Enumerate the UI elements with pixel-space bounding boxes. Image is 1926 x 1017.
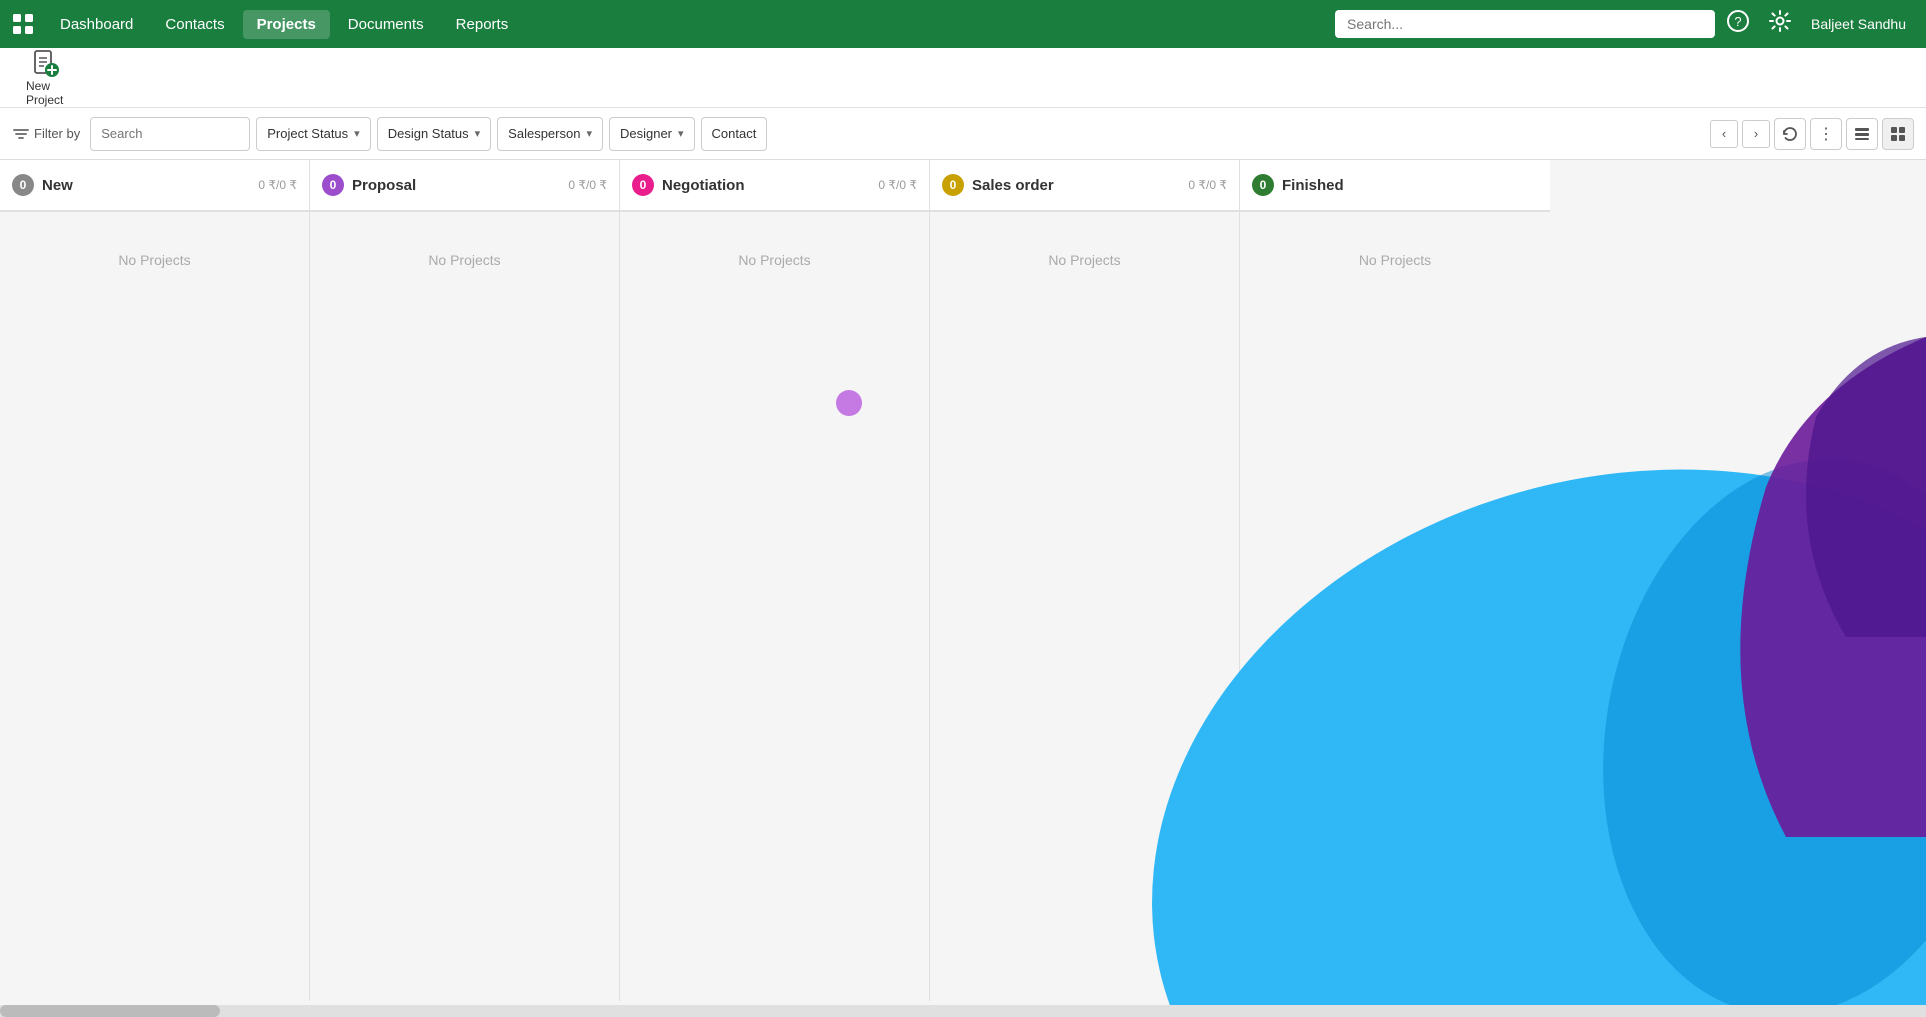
col-body-negotiation: No Projects [620,212,929,1001]
filter-icon [12,125,30,143]
col-stats-sales-order: 0 ₹/0 ₹ [1188,178,1227,192]
col-stats-new: 0 ₹/0 ₹ [258,178,297,192]
search-input[interactable] [1335,10,1715,38]
no-projects-sales-order: No Projects [1048,252,1120,268]
kanban-col-proposal: 0 Proposal 0 ₹/0 ₹ No Projects [310,160,620,1001]
kanban-view-button[interactable] [1882,118,1914,150]
col-header-proposal: 0 Proposal 0 ₹/0 ₹ [310,160,619,212]
col-stats-proposal: 0 ₹/0 ₹ [568,178,607,192]
col-title-negotiation: Negotiation [662,177,870,194]
next-button[interactable]: › [1742,120,1770,148]
nav-projects[interactable]: Projects [243,10,330,39]
no-projects-negotiation: No Projects [738,252,810,268]
contact-label: Contact [712,126,757,141]
col-badge-sales-order: 0 [942,174,964,196]
kanban-board-wrapper: 0 New 0 ₹/0 ₹ No Projects 0 Proposal 0 ₹… [0,160,1926,1001]
more-options-button[interactable]: ⋮ [1810,118,1842,150]
col-title-proposal: Proposal [352,177,560,194]
col-body-new: No Projects [0,212,309,1001]
chevron-down-icon: ▾ [586,127,592,140]
new-project-label: NewProject [26,79,63,107]
no-projects-finished: No Projects [1359,252,1431,268]
design-status-dropdown[interactable]: Design Status ▾ [377,117,491,151]
kanban-col-sales-order: 0 Sales order 0 ₹/0 ₹ No Projects [930,160,1240,1001]
contact-dropdown[interactable]: Contact [701,117,768,151]
no-projects-new: No Projects [118,252,190,268]
col-header-negotiation: 0 Negotiation 0 ₹/0 ₹ [620,160,929,212]
kanban-board: 0 New 0 ₹/0 ₹ No Projects 0 Proposal 0 ₹… [0,160,1550,1001]
col-body-proposal: No Projects [310,212,619,1001]
new-project-button[interactable]: NewProject [16,45,73,111]
chevron-down-icon: ▾ [678,127,684,140]
project-status-label: Project Status [267,126,348,141]
project-status-dropdown[interactable]: Project Status ▾ [256,117,370,151]
design-status-label: Design Status [388,126,469,141]
col-badge-proposal: 0 [322,174,344,196]
col-stats-negotiation: 0 ₹/0 ₹ [878,178,917,192]
kanban-view-icon [1890,126,1906,142]
search-filter-input[interactable] [90,117,250,151]
col-body-finished: No Projects [1240,212,1550,1001]
nav-contacts[interactable]: Contacts [151,10,238,39]
col-title-new: New [42,177,250,194]
nav-reports[interactable]: Reports [442,10,523,39]
refresh-icon [1782,126,1798,142]
col-header-finished: 0 Finished [1240,160,1550,212]
col-badge-new: 0 [12,174,34,196]
prev-button[interactable]: ‹ [1710,120,1738,148]
filter-by-text: Filter by [34,126,80,141]
chevron-down-icon: ▾ [354,127,360,140]
list-view-button[interactable] [1846,118,1878,150]
filter-by-label: Filter by [12,125,80,143]
kanban-col-negotiation: 0 Negotiation 0 ₹/0 ₹ No Projects [620,160,930,1001]
scrollbar-thumb[interactable] [0,1005,220,1017]
col-body-sales-order: No Projects [930,212,1239,1001]
svg-text:?: ? [1734,14,1741,29]
new-project-icon [31,49,59,77]
user-name-label[interactable]: Baljeet Sandhu [1803,12,1914,36]
col-header-sales-order: 0 Sales order 0 ₹/0 ₹ [930,160,1239,212]
designer-dropdown[interactable]: Designer ▾ [609,117,695,151]
no-projects-proposal: No Projects [428,252,500,268]
settings-icon[interactable] [1761,6,1799,42]
col-title-finished: Finished [1282,177,1530,194]
list-view-icon [1854,126,1870,142]
filter-actions: ‹ › ⋮ [1710,118,1914,150]
col-header-new: 0 New 0 ₹/0 ₹ [0,160,309,212]
toolbar: NewProject [0,48,1926,108]
purple-deco [1706,337,1926,837]
col-badge-finished: 0 [1252,174,1274,196]
refresh-button[interactable] [1774,118,1806,150]
nav-documents[interactable]: Documents [334,10,438,39]
salesperson-dropdown[interactable]: Salesperson ▾ [497,117,603,151]
help-icon[interactable]: ? [1719,6,1757,42]
kanban-col-new: 0 New 0 ₹/0 ₹ No Projects [0,160,310,1001]
scrollbar-track[interactable] [0,1005,1926,1017]
nav-dashboard[interactable]: Dashboard [46,10,147,39]
designer-label: Designer [620,126,672,141]
grid-icon[interactable] [12,13,34,35]
salesperson-label: Salesperson [508,126,580,141]
col-badge-negotiation: 0 [632,174,654,196]
col-title-sales-order: Sales order [972,177,1180,194]
top-nav: Dashboard Contacts Projects Documents Re… [0,0,1926,48]
chevron-down-icon: ▾ [475,127,481,140]
kanban-col-finished: 0 Finished No Projects [1240,160,1550,1001]
filter-bar: Filter by Project Status ▾ Design Status… [0,108,1926,160]
